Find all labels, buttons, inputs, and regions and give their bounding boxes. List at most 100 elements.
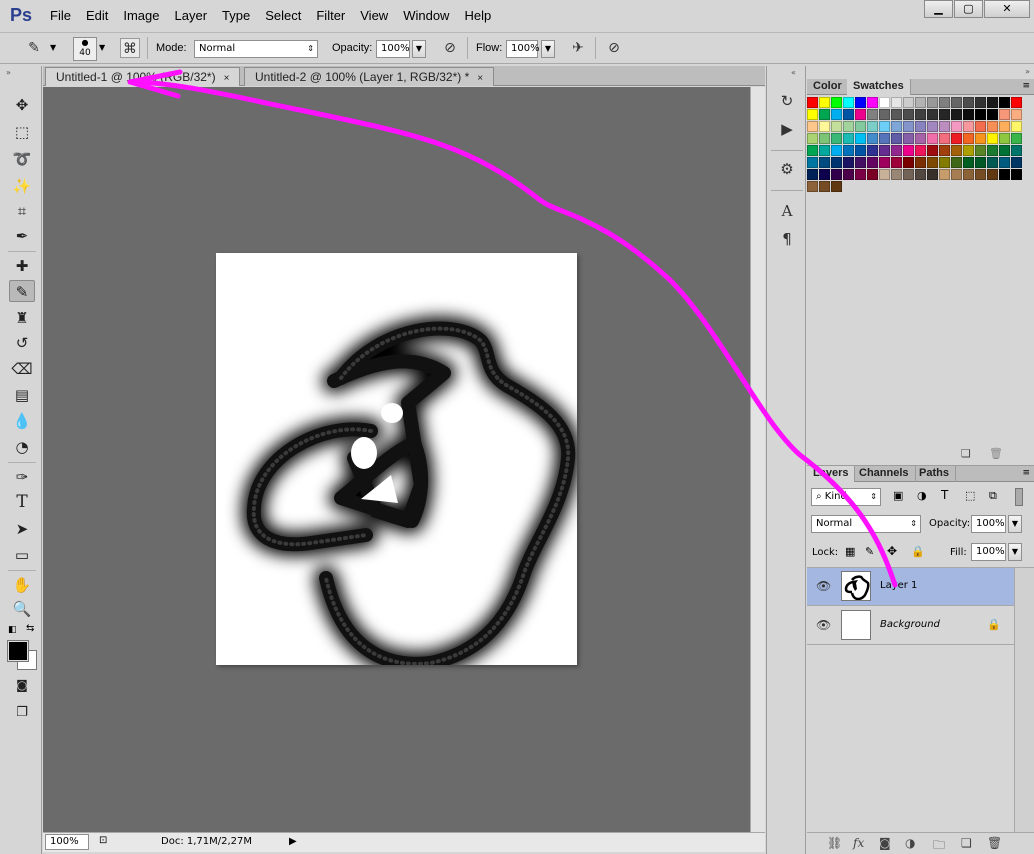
swatch[interactable] <box>1011 169 1022 180</box>
swatch[interactable] <box>831 181 842 192</box>
visibility-eye-icon[interactable]: 👁 <box>816 618 831 632</box>
lock-position-icon[interactable]: ✥ <box>887 544 897 558</box>
swatch[interactable] <box>855 121 866 132</box>
swatch[interactable] <box>891 145 902 156</box>
swatch[interactable] <box>903 157 914 168</box>
swatch[interactable] <box>963 121 974 132</box>
fill-dropdown-arrow[interactable]: ▼ <box>1008 543 1022 561</box>
layer-opacity-input[interactable]: 100% <box>971 515 1006 533</box>
swatch[interactable] <box>807 133 818 144</box>
filter-type-icon[interactable]: T <box>941 488 948 502</box>
swatch[interactable] <box>891 109 902 120</box>
swatch[interactable] <box>831 109 842 120</box>
swatch[interactable] <box>819 181 830 192</box>
swatch[interactable] <box>963 97 974 108</box>
new-swatch-icon[interactable]: ❏ <box>961 447 971 460</box>
swatch[interactable] <box>1011 133 1022 144</box>
blend-mode-select[interactable]: Normal ⇕ <box>811 515 921 533</box>
swatch[interactable] <box>867 133 878 144</box>
swatch[interactable] <box>843 97 854 108</box>
swatch[interactable] <box>987 97 998 108</box>
tab-paths[interactable]: Paths <box>913 466 956 482</box>
layer-row-layer-1[interactable]: 👁 Layer 1 <box>807 568 1014 606</box>
swatch[interactable] <box>999 169 1010 180</box>
swatch[interactable] <box>1011 109 1022 120</box>
swatch[interactable] <box>819 121 830 132</box>
layer-opacity-dropdown-arrow[interactable]: ▼ <box>1008 515 1022 533</box>
swatch[interactable] <box>1011 97 1022 108</box>
swatch[interactable] <box>819 145 830 156</box>
flow-input[interactable]: 100% <box>506 40 540 58</box>
swatch[interactable] <box>963 145 974 156</box>
swatch[interactable] <box>855 145 866 156</box>
lock-transparent-icon[interactable]: ▦ <box>845 545 855 558</box>
eraser-tool-icon[interactable]: ⌫ <box>9 358 35 380</box>
swatch[interactable] <box>927 133 938 144</box>
lasso-tool-icon[interactable]: ➰ <box>9 148 35 170</box>
swatch[interactable] <box>807 97 818 108</box>
swatch[interactable] <box>843 145 854 156</box>
swatch[interactable] <box>939 169 950 180</box>
swatch[interactable] <box>1011 157 1022 168</box>
collapse-icon[interactable]: » <box>1025 67 1030 76</box>
swatch[interactable] <box>891 133 902 144</box>
hand-tool-icon[interactable]: ✋ <box>9 574 35 596</box>
swatch[interactable] <box>903 145 914 156</box>
swatch[interactable] <box>999 109 1010 120</box>
eyedropper-tool-icon[interactable]: ✒ <box>9 225 35 247</box>
swatch[interactable] <box>951 157 962 168</box>
swatch[interactable] <box>831 121 842 132</box>
brush-size-picker[interactable]: ● 40 <box>73 37 97 61</box>
menu-type[interactable]: Type <box>222 8 250 23</box>
layer-style-icon[interactable]: fx <box>853 836 864 850</box>
swatch[interactable] <box>819 169 830 180</box>
filter-pixel-icon[interactable]: ▣ <box>893 489 903 502</box>
swatch[interactable] <box>939 145 950 156</box>
swatch[interactable] <box>831 133 842 144</box>
swatch[interactable] <box>951 97 962 108</box>
quick-mask-icon[interactable]: ◙ <box>9 674 35 696</box>
swatch[interactable] <box>951 169 962 180</box>
menu-filter[interactable]: Filter <box>316 8 345 23</box>
swatch[interactable] <box>843 109 854 120</box>
swatch[interactable] <box>855 157 866 168</box>
tab-layers[interactable]: Layers <box>807 466 856 482</box>
swatch[interactable] <box>987 145 998 156</box>
swatch[interactable] <box>927 97 938 108</box>
swatch[interactable] <box>879 133 890 144</box>
swatch[interactable] <box>999 97 1010 108</box>
swatch[interactable] <box>867 109 878 120</box>
swatch[interactable] <box>939 97 950 108</box>
swatch[interactable] <box>915 157 926 168</box>
marquee-tool-icon[interactable]: ⬚ <box>9 121 35 143</box>
swatch[interactable] <box>879 169 890 180</box>
brush-tool-icon[interactable]: ✎ <box>9 280 35 302</box>
swatch[interactable] <box>951 145 962 156</box>
menu-image[interactable]: Image <box>123 8 159 23</box>
maximize-button[interactable]: ▢ <box>954 0 983 18</box>
swatch[interactable] <box>915 145 926 156</box>
status-menu-arrow-icon[interactable]: ▶ <box>289 836 297 847</box>
swatch[interactable] <box>987 109 998 120</box>
swatch[interactable] <box>855 133 866 144</box>
swatch[interactable] <box>999 157 1010 168</box>
menu-window[interactable]: Window <box>403 8 449 23</box>
swatch[interactable] <box>951 109 962 120</box>
mode-select[interactable]: Normal ⇕ <box>194 40 318 58</box>
default-colors-icon[interactable]: ◧ <box>8 625 17 635</box>
swatch[interactable] <box>819 133 830 144</box>
brush-preset-icon[interactable]: ✎ <box>24 38 44 58</box>
swatch[interactable] <box>939 121 950 132</box>
swatch[interactable] <box>867 169 878 180</box>
swatch[interactable] <box>903 133 914 144</box>
filter-shape-icon[interactable]: ⬚ <box>965 489 975 502</box>
swatch[interactable] <box>831 145 842 156</box>
swatch[interactable] <box>819 109 830 120</box>
swatch[interactable] <box>819 97 830 108</box>
swatch[interactable] <box>843 169 854 180</box>
delete-layer-icon[interactable]: 🗑 <box>987 836 1002 850</box>
swatch[interactable] <box>891 97 902 108</box>
swatch[interactable] <box>963 109 974 120</box>
swatch[interactable] <box>987 121 998 132</box>
visibility-eye-icon[interactable]: 👁 <box>816 579 831 593</box>
